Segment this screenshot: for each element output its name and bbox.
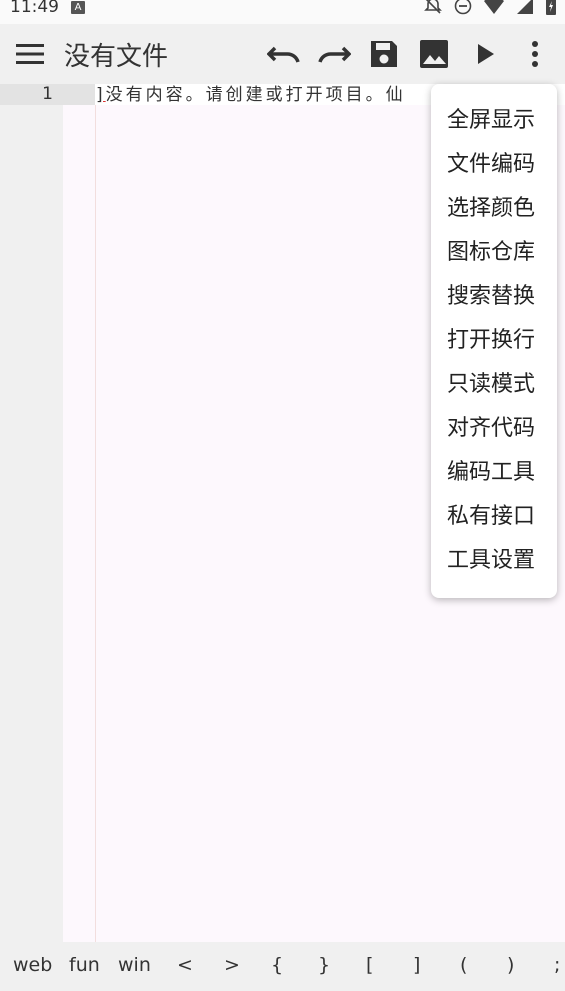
symbol-key-win[interactable]: win [118, 954, 151, 976]
symbol-bar: web fun win < > { } [ ] ( ) ; [0, 942, 565, 991]
symbol-key-open-bracket[interactable]: [ [366, 954, 373, 976]
line-text: 没有内容。请创建或打开项目。仙 [105, 85, 406, 105]
wifi-icon [483, 0, 505, 16]
undo-icon[interactable] [266, 38, 302, 70]
menu-item-word-wrap[interactable]: 打开换行 [447, 319, 535, 363]
line-gutter: 1 [0, 84, 95, 942]
symbol-key-close-bracket[interactable]: ] [413, 954, 420, 976]
menu-item-tool-settings[interactable]: 工具设置 [447, 539, 535, 583]
status-time: 11:49 [10, 0, 59, 17]
menu-item-read-only[interactable]: 只读模式 [447, 363, 535, 407]
code-line[interactable]: ]没有内容。请创建或打开项目。仙 [96, 85, 406, 106]
symbol-key-less-than[interactable]: < [177, 954, 193, 976]
symbol-key-close-brace[interactable]: } [318, 954, 330, 976]
notification-badge: A [71, 0, 85, 14]
file-title: 没有文件 [64, 42, 169, 72]
symbol-key-greater-than[interactable]: > [224, 954, 240, 976]
menu-item-file-encoding[interactable]: 文件编码 [447, 143, 535, 187]
symbol-key-close-paren[interactable]: ) [507, 954, 514, 976]
gutter-divider [95, 84, 96, 942]
more-vert-icon[interactable] [517, 38, 553, 70]
redo-icon[interactable] [316, 38, 352, 70]
symbol-key-web[interactable]: web [13, 954, 52, 976]
menu-item-search-replace[interactable]: 搜索替换 [447, 275, 535, 319]
symbol-key-semicolon[interactable]: ; [554, 954, 560, 976]
menu-item-align-code[interactable]: 对齐代码 [447, 407, 535, 451]
menu-item-pick-color[interactable]: 选择颜色 [447, 187, 535, 231]
menu-item-encoding-tools[interactable]: 编码工具 [447, 451, 535, 495]
line-number: 1 [0, 84, 95, 105]
battery-icon [545, 0, 557, 16]
app-bar: 没有文件 [0, 24, 565, 84]
save-icon[interactable] [366, 38, 402, 70]
notifications-off-icon [423, 0, 443, 16]
symbol-key-fun[interactable]: fun [69, 954, 100, 976]
image-icon[interactable] [416, 38, 452, 70]
symbol-key-open-paren[interactable]: ( [460, 954, 467, 976]
cell-signal-icon [515, 0, 535, 16]
symbol-key-open-brace[interactable]: { [271, 954, 283, 976]
menu-item-private-api[interactable]: 私有接口 [447, 495, 535, 539]
do-not-disturb-icon [453, 0, 473, 16]
menu-icon[interactable] [14, 40, 46, 68]
menu-item-icon-library[interactable]: 图标仓库 [447, 231, 535, 275]
menu-item-fullscreen[interactable]: 全屏显示 [447, 99, 535, 143]
status-bar: 11:49 A [0, 0, 565, 24]
overflow-menu: 全屏显示 文件编码 选择颜色 图标仓库 搜索替换 打开换行 只读模式 对齐代码 … [431, 84, 557, 598]
run-icon[interactable] [468, 38, 504, 70]
cursor-char: ] [96, 85, 106, 105]
